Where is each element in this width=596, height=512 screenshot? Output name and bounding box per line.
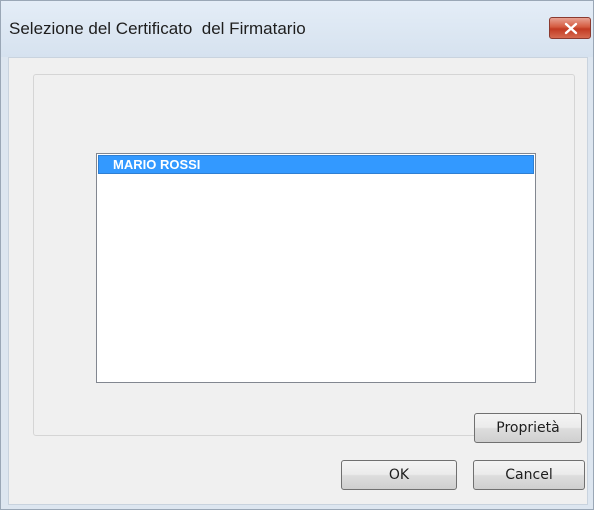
- certificate-group-box: MARIO ROSSI Proprietà: [33, 74, 582, 443]
- dialog-window: Selezione del Certificato del Firmatario…: [0, 0, 594, 510]
- properties-button[interactable]: Proprietà: [474, 413, 582, 443]
- certificate-list-item[interactable]: MARIO ROSSI: [98, 155, 534, 174]
- dialog-title: Selezione del Certificato del Firmatario: [9, 19, 306, 38]
- cancel-button[interactable]: Cancel: [473, 460, 585, 490]
- dialog-body: MARIO ROSSI Proprietà OK Cancel: [8, 57, 588, 505]
- ok-button[interactable]: OK: [341, 460, 457, 490]
- close-icon: [564, 22, 578, 35]
- title-bar[interactable]: Selezione del Certificato del Firmatario: [1, 1, 593, 57]
- close-button[interactable]: [549, 17, 591, 39]
- certificate-list[interactable]: MARIO ROSSI: [96, 153, 536, 383]
